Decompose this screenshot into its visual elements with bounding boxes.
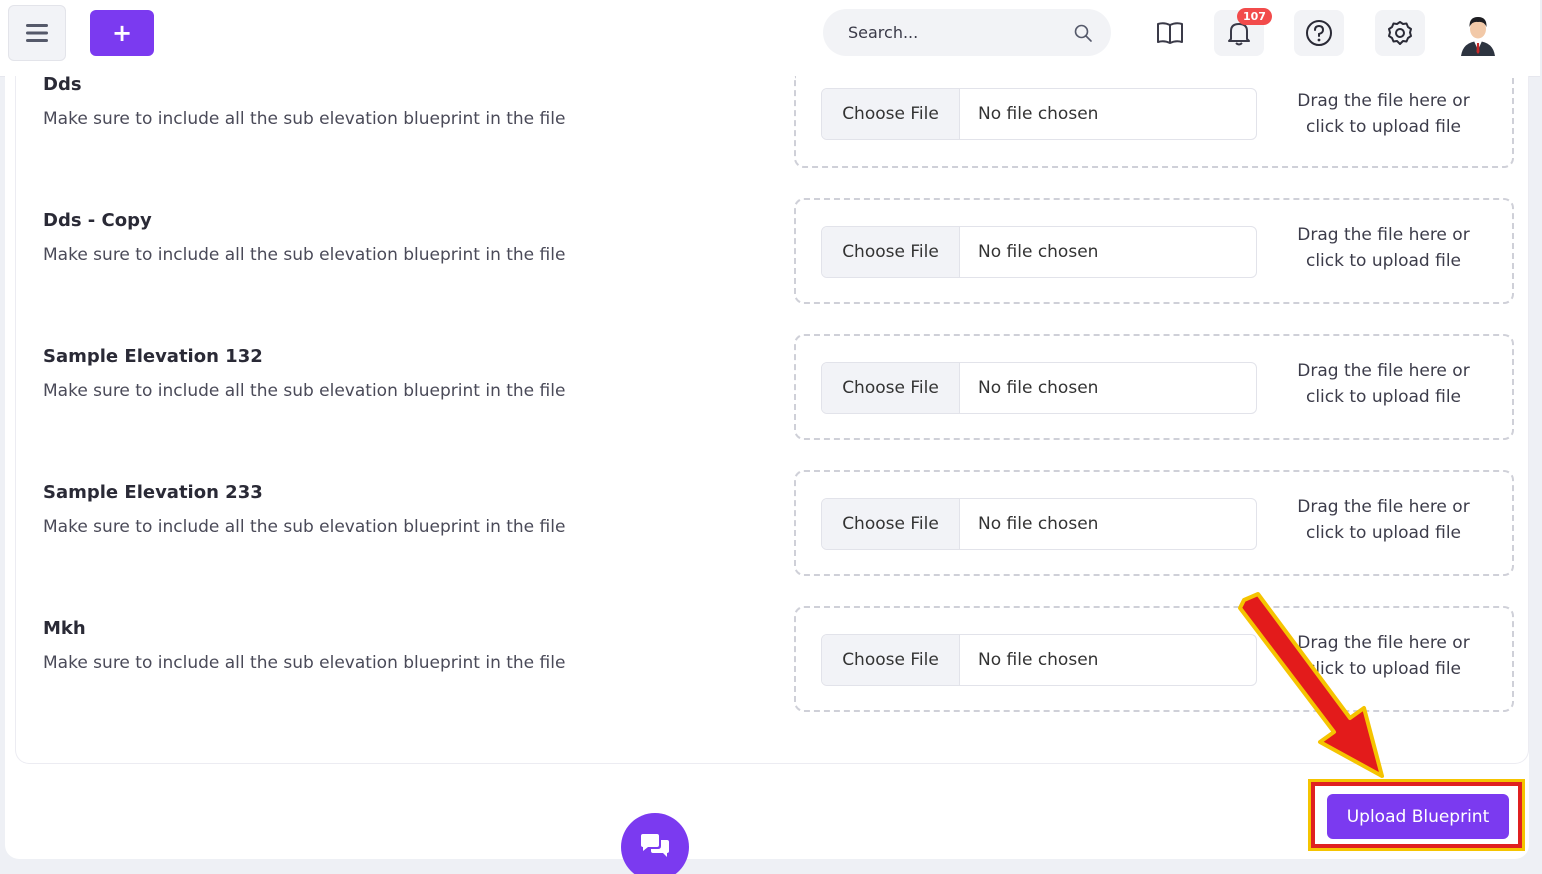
help-button[interactable] bbox=[1294, 10, 1344, 56]
row-description: Make sure to include all the sub elevati… bbox=[43, 109, 566, 129]
drag-hint: Drag the file here or click to upload fi… bbox=[1286, 88, 1481, 140]
drag-hint: Drag the file here or click to upload fi… bbox=[1286, 222, 1481, 274]
chat-icon bbox=[641, 834, 669, 857]
help-icon bbox=[1306, 20, 1332, 46]
file-dropzone[interactable]: Choose File No file chosen Drag the file… bbox=[794, 606, 1514, 712]
drag-hint-line: click to upload file bbox=[1305, 387, 1462, 407]
row-description: Make sure to include all the sub elevati… bbox=[43, 381, 566, 401]
search-box[interactable] bbox=[823, 9, 1111, 56]
gear-icon bbox=[1388, 21, 1412, 45]
no-file-text: No file chosen bbox=[978, 378, 1099, 398]
top-bar: + 107 bbox=[0, 0, 1540, 77]
docs-button[interactable] bbox=[1145, 10, 1195, 56]
file-input[interactable]: Choose File No file chosen bbox=[821, 498, 1257, 550]
file-input[interactable]: Choose File No file chosen bbox=[821, 362, 1257, 414]
hamburger-menu-button[interactable] bbox=[8, 5, 66, 61]
no-file-text: No file chosen bbox=[978, 650, 1099, 670]
file-dropzone[interactable]: Choose File No file chosen Drag the file… bbox=[794, 76, 1514, 168]
no-file-text: No file chosen bbox=[978, 242, 1099, 262]
hamburger-icon bbox=[26, 24, 48, 42]
row-title: Sample Elevation 132 bbox=[43, 346, 263, 367]
user-avatar-icon bbox=[1455, 10, 1501, 56]
file-input[interactable]: Choose File No file chosen bbox=[821, 226, 1257, 278]
row-description: Make sure to include all the sub elevati… bbox=[43, 245, 566, 265]
file-dropzone[interactable]: Choose File No file chosen Drag the file… bbox=[794, 470, 1514, 576]
choose-file-button[interactable]: Choose File bbox=[822, 635, 960, 685]
choose-file-button[interactable]: Choose File bbox=[822, 363, 960, 413]
settings-button[interactable] bbox=[1375, 10, 1425, 56]
no-file-text: No file chosen bbox=[978, 104, 1099, 124]
drag-hint-line: click to upload file bbox=[1305, 251, 1462, 271]
book-icon bbox=[1157, 22, 1183, 44]
notification-badge: 107 bbox=[1237, 8, 1272, 25]
row-title: Mkh bbox=[43, 618, 86, 639]
row-title: Sample Elevation 233 bbox=[43, 482, 263, 503]
row-title: Dds bbox=[43, 74, 82, 95]
no-file-text: No file chosen bbox=[978, 514, 1099, 534]
search-icon[interactable] bbox=[1073, 23, 1093, 43]
file-input[interactable]: Choose File No file chosen bbox=[821, 634, 1257, 686]
drag-hint-line: Drag the file here or bbox=[1297, 497, 1470, 517]
chat-button[interactable] bbox=[621, 813, 689, 874]
file-input[interactable]: Choose File No file chosen bbox=[821, 88, 1257, 140]
drag-hint-line: click to upload file bbox=[1305, 523, 1462, 543]
add-button[interactable]: + bbox=[90, 10, 154, 56]
choose-file-button[interactable]: Choose File bbox=[822, 227, 960, 277]
drag-hint-line: click to upload file bbox=[1305, 117, 1462, 137]
row-description: Make sure to include all the sub elevati… bbox=[43, 653, 566, 673]
plus-icon: + bbox=[111, 19, 133, 47]
file-dropzone[interactable]: Choose File No file chosen Drag the file… bbox=[794, 334, 1514, 440]
drag-hint-line: Drag the file here or bbox=[1297, 225, 1470, 245]
row-description: Make sure to include all the sub elevati… bbox=[43, 517, 566, 537]
choose-file-button[interactable]: Choose File bbox=[822, 89, 960, 139]
notifications-button[interactable]: 107 bbox=[1214, 8, 1272, 56]
drag-hint-line: Drag the file here or bbox=[1297, 361, 1470, 381]
upload-blueprint-button[interactable]: Upload Blueprint bbox=[1327, 794, 1509, 839]
file-dropzone[interactable]: Choose File No file chosen Drag the file… bbox=[794, 198, 1514, 304]
drag-hint: Drag the file here or click to upload fi… bbox=[1286, 494, 1481, 546]
drag-hint-line: Drag the file here or bbox=[1297, 91, 1470, 111]
annotation-arrow bbox=[1238, 592, 1384, 778]
search-input[interactable] bbox=[848, 23, 1073, 42]
drag-hint: Drag the file here or click to upload fi… bbox=[1286, 358, 1481, 410]
choose-file-button[interactable]: Choose File bbox=[822, 499, 960, 549]
row-title: Dds - Copy bbox=[43, 210, 152, 231]
user-avatar[interactable] bbox=[1455, 10, 1501, 56]
